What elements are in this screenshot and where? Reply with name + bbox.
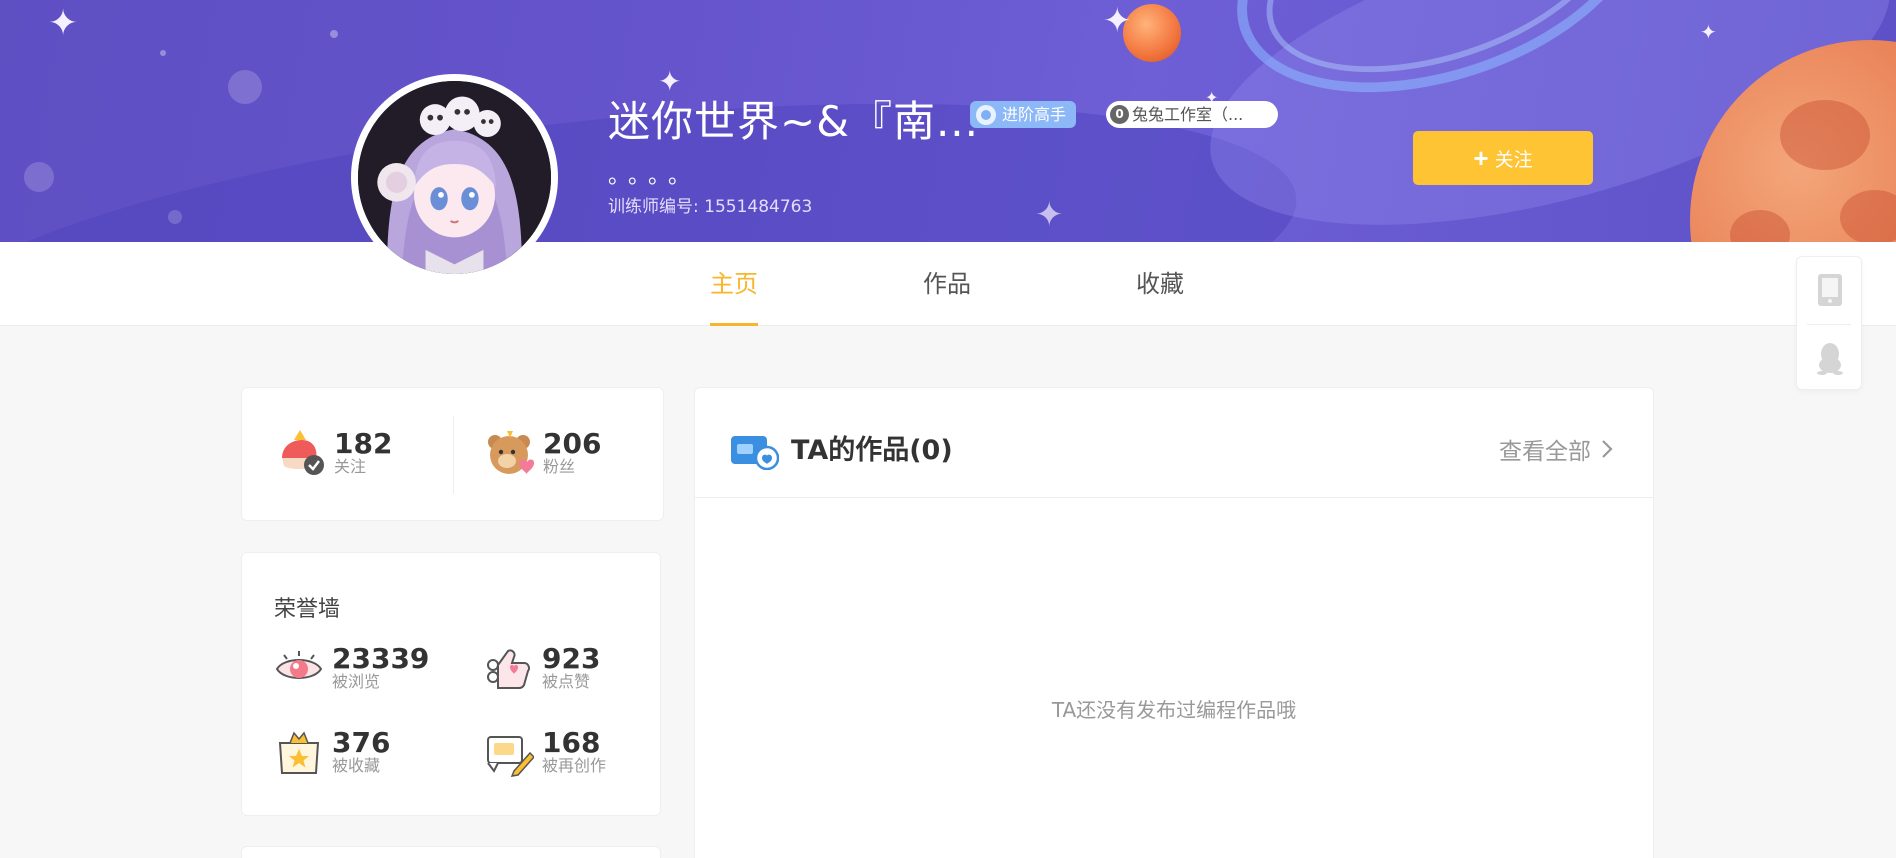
profile-tabs: 主页 作品 收藏 [0, 242, 1896, 326]
mobile-app-button[interactable] [1797, 257, 1863, 323]
chevron-right-icon [1602, 440, 1613, 458]
level-badge-icon [976, 105, 996, 125]
favorites-count: 376 [332, 726, 391, 759]
bokeh-dot [228, 70, 262, 104]
sparkle-icon: ✦ [1035, 195, 1064, 235]
likes-count: 923 [542, 642, 601, 675]
trainer-id: 训练师编号: 1551484763 [608, 197, 813, 217]
studio-badge-label: 兔兔工作室（... [1132, 105, 1244, 124]
bokeh-dot [160, 50, 166, 56]
bokeh-dot [168, 210, 182, 224]
following-label: 关注 [334, 457, 367, 476]
level-badge-label: 进阶高手 [1002, 105, 1067, 124]
social-stats-card: 182 关注 206 粉丝 [241, 387, 664, 521]
works-code-icon [729, 432, 780, 474]
thumbs-up-icon [484, 643, 534, 693]
studio-badge[interactable]: 0 兔兔工作室（... [1106, 101, 1278, 128]
follow-button[interactable]: + 关注 [1413, 131, 1593, 185]
views-stat: 23339 被浏览 [274, 643, 429, 693]
fans-stat[interactable]: 206 粉丝 [485, 428, 601, 478]
avatar [351, 74, 558, 281]
stat-divider [453, 416, 454, 494]
fans-count: 206 [543, 427, 602, 460]
view-all-link[interactable]: 查看全部 [1499, 432, 1613, 466]
level-badge: 进阶高手 [970, 101, 1077, 128]
follow-button-label: 关注 [1494, 149, 1533, 171]
user-signature: 。。。。 [608, 164, 700, 189]
qq-icon [1817, 343, 1843, 375]
plus-icon: + [1473, 143, 1489, 173]
small-planet-decoration [1123, 4, 1181, 62]
fans-label: 粉丝 [543, 457, 576, 476]
studio-count: 0 [1110, 105, 1129, 124]
tab-home[interactable]: 主页 [710, 242, 758, 326]
tab-works[interactable]: 作品 [923, 242, 971, 326]
remixes-count: 168 [542, 726, 601, 759]
views-label: 被浏览 [332, 672, 381, 691]
mobile-icon [1818, 274, 1842, 306]
eye-icon [274, 643, 324, 693]
favorites-box-icon [274, 727, 324, 777]
following-stat[interactable]: 182 关注 [276, 428, 392, 478]
views-count: 23339 [332, 642, 430, 675]
remixes-label: 被再创作 [542, 756, 607, 775]
sparkle-icon: ✦ [1700, 20, 1717, 44]
honor-wall-card: 荣誉墙 23339 被浏览 923 被点赞 376 被收藏 168 被再创作 [241, 552, 661, 816]
honor-wall-title: 荣誉墙 [274, 597, 341, 622]
qq-share-button[interactable] [1797, 325, 1863, 391]
side-toolbar [1796, 256, 1862, 390]
following-count: 182 [334, 427, 393, 460]
works-header: TA的作品(0) 查看全部 [695, 388, 1653, 498]
avatar-image [358, 81, 551, 274]
favorites-label: 被收藏 [332, 756, 381, 775]
username: 迷你世界~&『南... [608, 97, 979, 146]
bokeh-dot [330, 30, 338, 38]
works-panel: TA的作品(0) 查看全部 TA还没有发布过编程作品哦 [694, 387, 1654, 858]
works-title: TA的作品(0) [791, 435, 953, 466]
view-all-label: 查看全部 [1499, 439, 1591, 465]
remix-pencil-icon [484, 727, 536, 777]
sparkle-icon: ✦ [1103, 1, 1132, 41]
sparkle-icon: ✦ [48, 3, 79, 44]
works-empty-message: TA还没有发布过编程作品哦 [1051, 698, 1297, 722]
fans-icon [485, 428, 535, 478]
anime-avatar-illustration [358, 81, 551, 274]
remixes-stat: 168 被再创作 [484, 727, 606, 777]
tab-favorites[interactable]: 收藏 [1136, 242, 1184, 326]
following-icon [276, 428, 326, 478]
bokeh-dot [24, 162, 54, 192]
likes-stat: 923 被点赞 [484, 643, 600, 693]
next-card [241, 846, 661, 858]
favorites-stat: 376 被收藏 [274, 727, 390, 777]
likes-label: 被点赞 [542, 672, 591, 691]
